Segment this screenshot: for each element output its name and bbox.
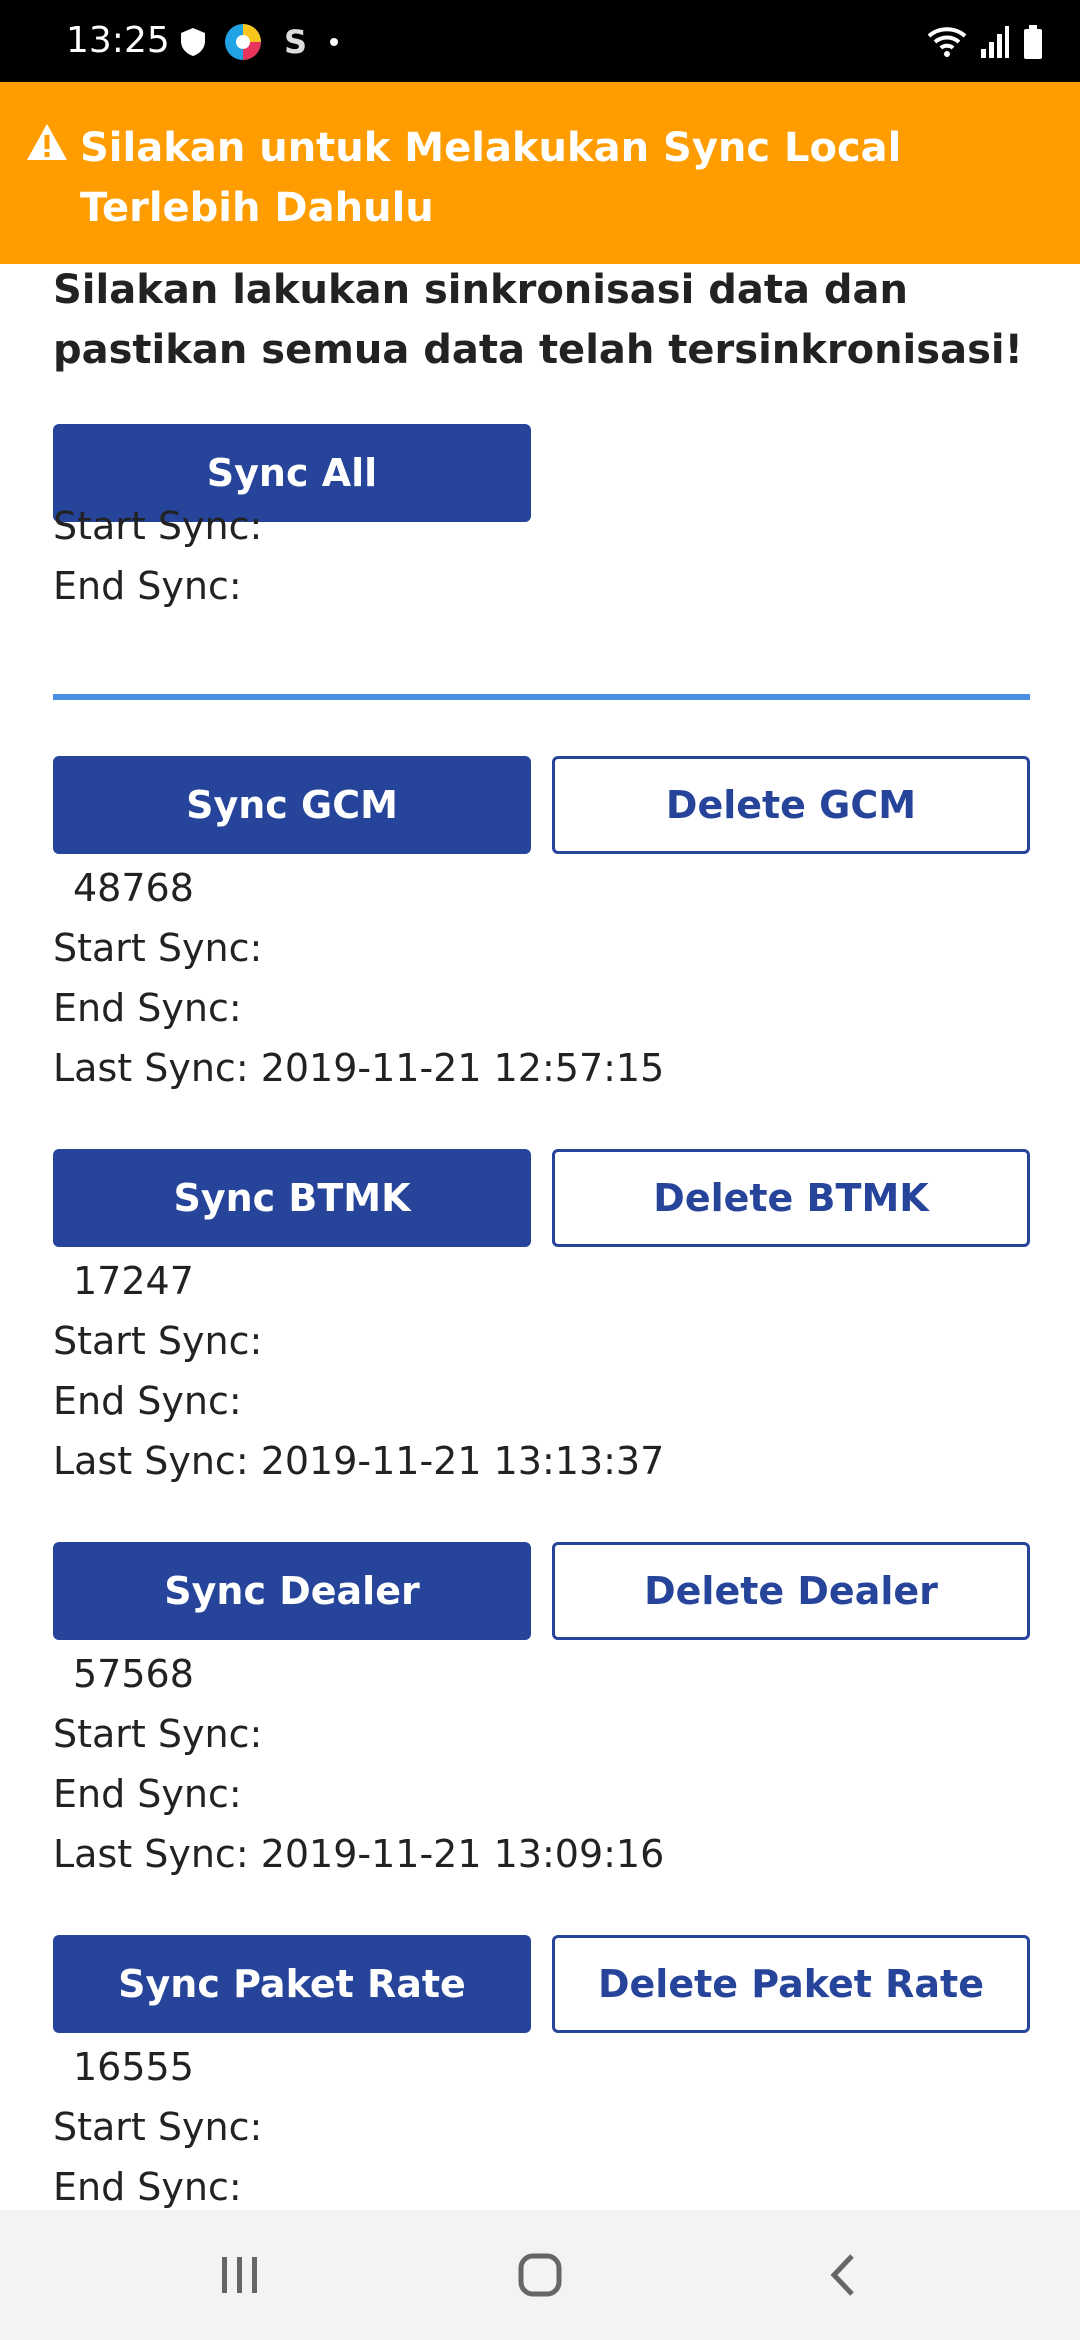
intro-text: Silakan lakukan sinkronisasi data dan pa…: [53, 267, 1023, 373]
status-time: 13:25: [66, 20, 170, 61]
wifi-icon: [927, 27, 967, 57]
paket-rate-count: 16555: [73, 2045, 194, 2089]
warning-icon: [27, 124, 67, 160]
colorful-app-icon: [225, 24, 261, 60]
status-right-icons: [926, 20, 1044, 64]
sync-btmk-button[interactable]: Sync BTMK: [53, 1149, 531, 1247]
btmk-last-sync: Last Sync: 2019-11-21 13:13:37: [53, 1439, 665, 1483]
delete-dealer-button[interactable]: Delete Dealer: [552, 1542, 1030, 1640]
btmk-count: 17247: [73, 1259, 194, 1303]
sync-gcm-button[interactable]: Sync GCM: [53, 756, 531, 854]
recent-apps-button[interactable]: [200, 2240, 280, 2310]
sync-all-start-label: Start Sync:: [53, 504, 263, 548]
status-left-icons: S: [180, 20, 342, 64]
home-icon: [518, 2253, 562, 2297]
sync-paket-rate-button[interactable]: Sync Paket Rate: [53, 1935, 531, 2033]
btmk-start-label: Start Sync:: [53, 1319, 263, 1363]
dealer-last-sync: Last Sync: 2019-11-21 13:09:16: [53, 1832, 665, 1876]
gcm-start-label: Start Sync:: [53, 926, 263, 970]
gcm-count: 48768: [73, 866, 194, 910]
delete-gcm-button[interactable]: Delete GCM: [552, 756, 1030, 854]
signal-icon: [981, 26, 1009, 58]
banner-message: Silakan untuk Melakukan Sync Local Terle…: [80, 125, 902, 231]
back-button[interactable]: [803, 2240, 883, 2310]
dot-icon: [330, 38, 338, 46]
paket-rate-start-label: Start Sync:: [53, 2105, 263, 2149]
shield-icon: [181, 28, 205, 56]
status-bar: 13:25 S: [0, 0, 1080, 82]
btmk-end-label: End Sync:: [53, 1379, 242, 1423]
sync-dealer-button[interactable]: Sync Dealer: [53, 1542, 531, 1640]
delete-paket-rate-button[interactable]: Delete Paket Rate: [552, 1935, 1030, 2033]
dealer-end-label: End Sync:: [53, 1772, 242, 1816]
recent-apps-icon: [222, 2257, 257, 2293]
home-button[interactable]: [500, 2240, 580, 2310]
sync-content: Silakan lakukan sinkronisasi data dan pa…: [0, 264, 1080, 2210]
navigation-bar: [0, 2210, 1080, 2340]
s-app-icon: S: [284, 24, 307, 60]
sync-all-end-label: End Sync:: [53, 564, 242, 608]
dealer-start-label: Start Sync:: [53, 1712, 263, 1756]
divider: [53, 694, 1030, 700]
paket-rate-end-label: End Sync:: [53, 2165, 242, 2209]
delete-btmk-button[interactable]: Delete BTMK: [552, 1149, 1030, 1247]
gcm-last-sync: Last Sync: 2019-11-21 12:57:15: [53, 1046, 665, 1090]
sync-warning-banner: Silakan untuk Melakukan Sync Local Terle…: [0, 82, 1080, 264]
battery-icon: [1024, 25, 1042, 59]
dealer-count: 57568: [73, 1652, 194, 1696]
svg-text:S: S: [284, 24, 307, 60]
gcm-end-label: End Sync:: [53, 986, 242, 1030]
back-icon: [830, 2254, 854, 2296]
